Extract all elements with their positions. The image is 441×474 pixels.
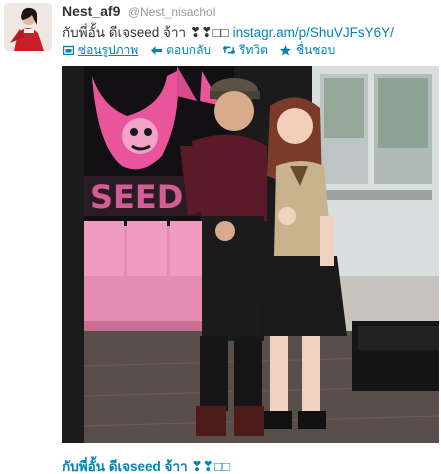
display-name[interactable]: Nest_af9 — [62, 3, 120, 19]
photo-caption[interactable]: กับพี่อั้น ดีเจseed จ้าา ❣❣□□ — [62, 455, 230, 474]
reply-label: ตอบกลับ — [166, 42, 212, 57]
hide-photo-button[interactable]: ซ่อนรูปภาพ — [62, 41, 138, 60]
avatar[interactable] — [4, 3, 52, 51]
reply-button[interactable]: ตอบกลับ — [150, 41, 211, 60]
star-icon — [280, 44, 292, 56]
svg-text:SEED: SEED — [90, 178, 183, 216]
favorite-button[interactable]: ชื่นชอบ — [280, 41, 335, 60]
favorite-label: ชื่นชอบ — [295, 42, 336, 57]
tweet-actions: ซ่อนรูปภาพ ตอบกลับ รีทวิต ชื่นชอบ — [62, 42, 347, 58]
retweet-button[interactable]: รีทวิต — [223, 41, 268, 60]
retweet-label: รีทวิต — [239, 42, 268, 57]
hide-photo-label: ซ่อนรูปภาพ — [78, 42, 139, 57]
tweet-text-body: กับพี่อั้น ดีเจseed จ้าา ❣❣□□ — [62, 25, 229, 40]
tweet-header: Nest_af9 @Nest_nisachol — [62, 3, 215, 19]
tweet: Nest_af9 @Nest_nisachol กับพี่อั้น ดีเจs… — [0, 0, 441, 474]
photo-icon — [62, 44, 74, 56]
retweet-icon — [223, 44, 236, 56]
tweet-link[interactable]: instagr.am/p/ShuVJFsY6Y/ — [233, 25, 394, 40]
reply-icon — [150, 44, 162, 56]
screen-name[interactable]: @Nest_nisachol — [128, 5, 216, 19]
tweet-photo[interactable]: SEED — [62, 66, 439, 443]
